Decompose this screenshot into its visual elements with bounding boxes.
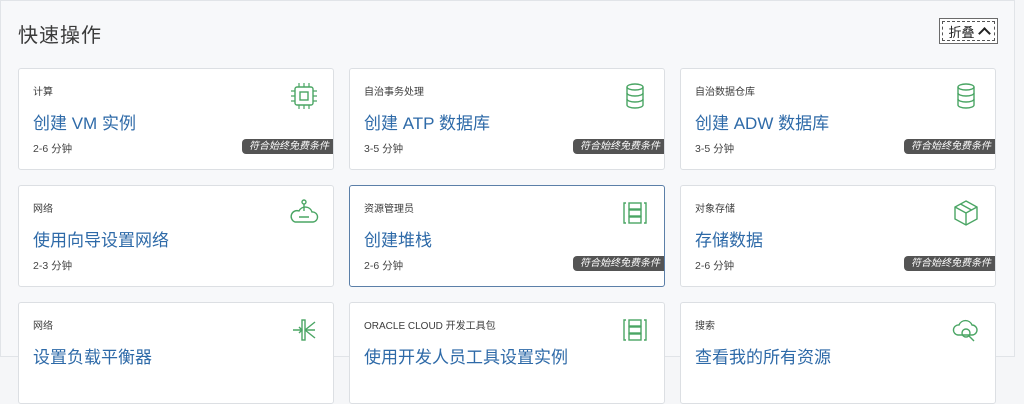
panel-title: 快速操作 <box>18 25 102 47</box>
collapse-label: 折叠 <box>948 24 975 40</box>
card-duration: 2-6 分钟 <box>695 260 735 272</box>
card-title-link[interactable]: 查看我的所有资源 <box>695 343 831 368</box>
search-cloud-icon <box>952 319 978 342</box>
card-duration: 2-3 分钟 <box>33 260 73 272</box>
always-free-badge: 符合始终免费条件 <box>573 139 664 154</box>
network-cloud-icon <box>290 199 319 223</box>
card-duration: 2-6 分钟 <box>364 260 404 272</box>
chip-icon <box>291 83 317 109</box>
card-store-data[interactable]: 对象存储 存储数据 2-6 分钟 符合始终免费条件 <box>680 185 996 287</box>
storage-cube-icon <box>954 200 978 226</box>
always-free-badge: 符合始终免费条件 <box>573 256 664 271</box>
card-network-wizard[interactable]: 网络 使用向导设置网络 2-3 分钟 <box>18 185 334 287</box>
card-category: 资源管理员 <box>364 204 414 215</box>
always-free-badge: 符合始终免费条件 <box>904 139 995 154</box>
card-create-adw[interactable]: 自治数据仓库 创建 ADW 数据库 3-5 分钟 符合始终免费条件 <box>680 68 996 170</box>
card-title-link[interactable]: 创建 VM 实例 <box>33 109 136 134</box>
database-icon <box>957 83 975 109</box>
card-category: 搜索 <box>695 321 715 332</box>
card-duration: 2-6 分钟 <box>33 143 73 155</box>
card-create-atp[interactable]: 自治事务处理 创建 ATP 数据库 3-5 分钟 符合始终免费条件 <box>349 68 665 170</box>
chevron-up-icon <box>977 26 991 40</box>
card-title-link[interactable]: 使用向导设置网络 <box>33 226 169 251</box>
card-dev-tools-instance[interactable]: ORACLE CLOUD 开发工具包 使用开发人员工具设置实例 <box>349 302 665 404</box>
card-category: 计算 <box>33 87 53 98</box>
card-title-link[interactable]: 创建 ADW 数据库 <box>695 109 829 134</box>
collapse-button[interactable]: 折叠 <box>939 18 998 44</box>
stack-icon <box>623 319 647 341</box>
always-free-badge: 符合始终免费条件 <box>242 139 333 154</box>
card-category: 网络 <box>33 321 53 332</box>
card-view-all-resources[interactable]: 搜索 查看我的所有资源 <box>680 302 996 404</box>
card-title-link[interactable]: 创建 ATP 数据库 <box>364 109 490 134</box>
card-duration: 3-5 分钟 <box>695 143 735 155</box>
database-icon <box>626 83 644 109</box>
card-category: 自治数据仓库 <box>695 87 755 98</box>
card-title-link[interactable]: 设置负载平衡器 <box>33 343 152 368</box>
card-create-stack[interactable]: 资源管理员 创建堆栈 2-6 分钟 符合始终免费条件 <box>349 185 665 287</box>
card-load-balancer[interactable]: 网络 设置负载平衡器 <box>18 302 334 404</box>
quick-actions-panel: 快速操作 折叠 计算 创建 VM 实例 2-6 分钟 符合始终免费条件 自治事务… <box>0 0 1015 404</box>
always-free-badge: 符合始终免费条件 <box>904 256 995 271</box>
card-create-vm[interactable]: 计算 创建 VM 实例 2-6 分钟 符合始终免费条件 <box>18 68 334 170</box>
card-title-link[interactable]: 创建堆栈 <box>364 226 432 251</box>
card-title-link[interactable]: 存储数据 <box>695 226 763 251</box>
load-balancer-icon <box>293 319 316 341</box>
stack-icon <box>623 202 647 224</box>
card-category: 对象存储 <box>695 204 735 215</box>
card-duration: 3-5 分钟 <box>364 143 404 155</box>
card-category: 网络 <box>33 204 53 215</box>
card-category: ORACLE CLOUD 开发工具包 <box>364 321 496 332</box>
card-title-link[interactable]: 使用开发人员工具设置实例 <box>364 343 568 368</box>
card-category: 自治事务处理 <box>364 87 424 98</box>
